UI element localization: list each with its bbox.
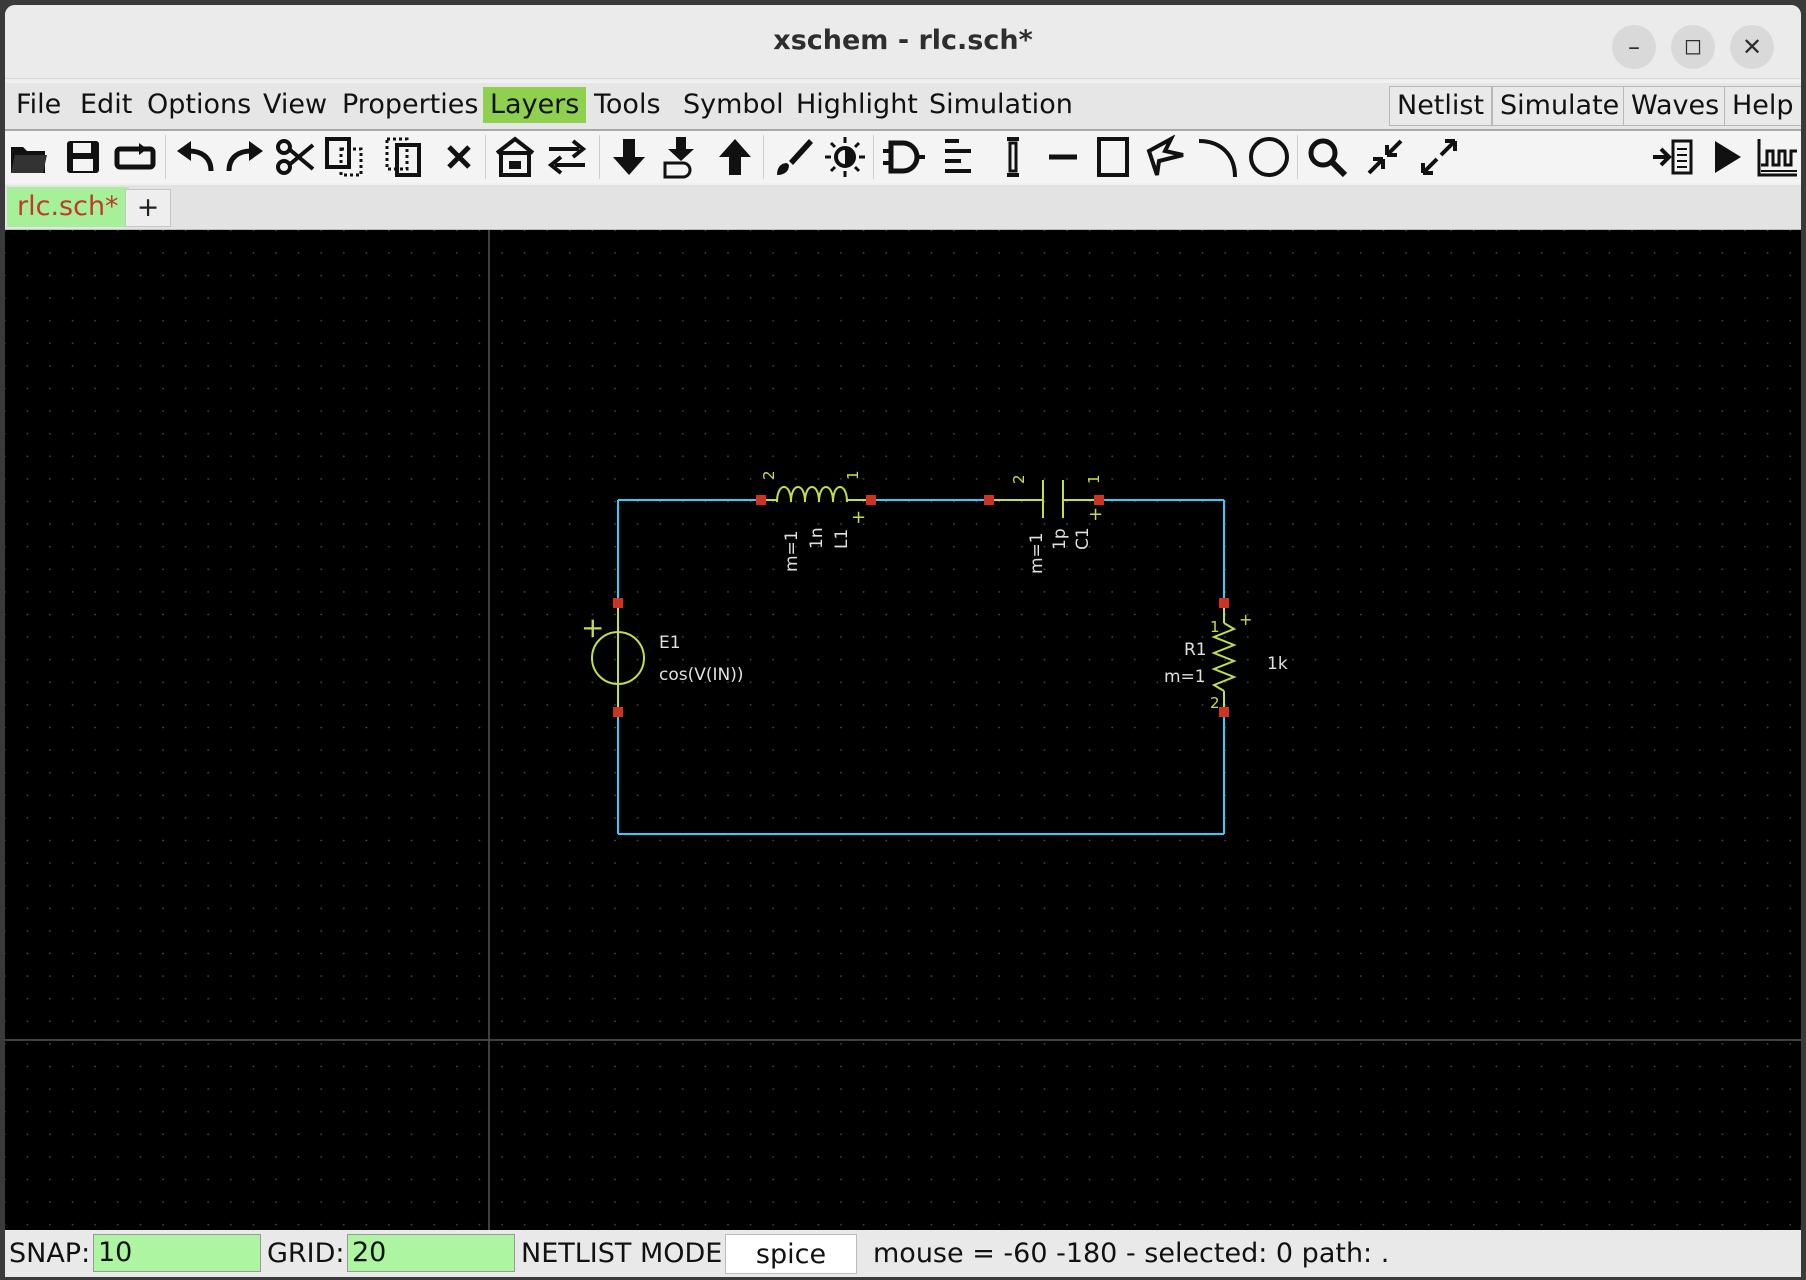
menu-view[interactable]: View: [256, 87, 334, 123]
inductor-pin-left-label: 2: [760, 470, 778, 480]
netlist-run-icon[interactable]: [1651, 135, 1695, 179]
resistor-value-label: 1k: [1267, 654, 1288, 674]
close-button[interactable]: ✕: [1730, 25, 1774, 69]
toolbar: [5, 131, 1801, 183]
text-align-icon[interactable]: [935, 135, 979, 179]
status-info: mouse = -60 -180 - selected: 0 path: .: [873, 1238, 1390, 1269]
netlist-mode-label: NETLIST MODE:: [521, 1238, 732, 1269]
menu-layers[interactable]: Layers: [483, 87, 587, 123]
swap-icon[interactable]: [545, 135, 589, 179]
status-bar: SNAP: GRID: NETLIST MODE: spice mouse = …: [5, 1230, 1801, 1277]
menu-simulation[interactable]: Simulation: [922, 87, 1080, 123]
snap-input[interactable]: [93, 1234, 261, 1272]
delete-icon[interactable]: [437, 135, 481, 179]
descend-icon[interactable]: [607, 135, 651, 179]
menu-bar: File Edit Options View Properties Layers…: [5, 83, 1801, 131]
inductor-pin-right-label: 1: [844, 470, 862, 480]
capacitor-pin-right-label: 1: [1085, 474, 1103, 484]
simulate-icon[interactable]: [1705, 135, 1749, 179]
schematic-drawing: 2 1 + m=1 1n L1 2 1 + m=1 1p C1 + E1 cos…: [5, 230, 1801, 1230]
schematic-canvas[interactable]: 2 1 + m=1 1n L1 2 1 + m=1 1p C1 + E1 cos…: [5, 230, 1801, 1230]
inductor-mult-label: m=1: [782, 530, 802, 572]
cut-icon[interactable]: [273, 135, 317, 179]
zoom-in-icon[interactable]: [1363, 135, 1407, 179]
menu-tools[interactable]: Tools: [587, 87, 668, 123]
circle-icon[interactable]: [1247, 135, 1291, 179]
menu-options[interactable]: Options: [140, 87, 258, 123]
move-icon[interactable]: [383, 135, 427, 179]
netlist-mode-value[interactable]: spice: [725, 1234, 857, 1274]
netlist-button[interactable]: Netlist: [1389, 86, 1493, 126]
grid-input[interactable]: [347, 1234, 515, 1272]
menu-symbol[interactable]: Symbol: [676, 87, 791, 123]
menu-highlight[interactable]: Highlight: [789, 87, 925, 123]
undo-icon[interactable]: [173, 135, 217, 179]
reload-icon[interactable]: [113, 135, 157, 179]
resistor-ref-label: R1: [1184, 640, 1207, 660]
polygon-icon[interactable]: [1143, 134, 1187, 179]
copy-icon[interactable]: [323, 135, 367, 179]
gate-icon[interactable]: [881, 135, 925, 179]
source-ref-label: E1: [659, 633, 681, 653]
redo-icon[interactable]: [223, 135, 267, 179]
inductor-value-label: 1n: [807, 527, 827, 549]
title-bar: xschem - rlc.sch* – ◻ ✕: [5, 5, 1801, 79]
zoom-icon[interactable]: [1305, 135, 1349, 179]
arc-icon[interactable]: [1195, 135, 1239, 179]
capacitor-value-label: 1p: [1050, 528, 1070, 550]
menu-file[interactable]: File: [9, 87, 68, 123]
capacitor-mult-label: m=1: [1027, 532, 1047, 574]
highlight-icon[interactable]: [823, 135, 867, 179]
inductor-plus-mark: +: [851, 507, 866, 528]
descend-symbol-icon[interactable]: [659, 135, 703, 179]
tab-bar: rlc.sch* +: [5, 185, 1801, 230]
xschem-window: xschem - rlc.sch* – ◻ ✕ File Edit Option…: [5, 5, 1801, 1277]
window-title: xschem - rlc.sch*: [773, 25, 1033, 56]
open-icon[interactable]: [7, 135, 51, 179]
push-schematic-icon[interactable]: [493, 135, 537, 179]
rect-icon[interactable]: [1091, 135, 1135, 179]
add-tab-button[interactable]: +: [125, 189, 171, 227]
resistor-pin-bottom-label: 2: [1210, 694, 1220, 712]
save-icon[interactable]: [61, 135, 105, 179]
capacitor-plus-mark: +: [1088, 504, 1103, 525]
inductor-ref-label: L1: [832, 529, 852, 549]
waves-button[interactable]: Waves: [1623, 86, 1728, 126]
menu-properties[interactable]: Properties: [335, 87, 485, 123]
capacitor-pin-left-label: 2: [1010, 474, 1028, 484]
pin-icon[interactable]: [991, 135, 1035, 179]
snap-label: SNAP:: [9, 1238, 91, 1269]
source-expr-label: cos(V(IN)): [659, 665, 744, 685]
grid-label: GRID:: [267, 1238, 345, 1269]
resistor-plus-mark: +: [1239, 610, 1252, 629]
resistor-pin-top-label: 1: [1210, 618, 1220, 636]
zoom-out-icon[interactable]: [1417, 135, 1461, 179]
help-button[interactable]: Help: [1724, 86, 1801, 126]
minimize-button[interactable]: –: [1612, 25, 1656, 69]
resistor-mult-label: m=1: [1164, 667, 1206, 687]
tab-rlc-sch[interactable]: rlc.sch*: [7, 187, 129, 227]
maximize-button[interactable]: ◻: [1671, 25, 1715, 69]
waves-icon[interactable]: [1755, 135, 1799, 179]
ascend-icon[interactable]: [713, 135, 757, 179]
simulate-button[interactable]: Simulate: [1492, 86, 1628, 126]
capacitor-ref-label: C1: [1073, 527, 1093, 550]
brush-icon[interactable]: [771, 135, 815, 179]
line-icon[interactable]: [1041, 135, 1085, 179]
menu-edit[interactable]: Edit: [73, 87, 139, 123]
source-plus-mark: +: [581, 611, 604, 644]
